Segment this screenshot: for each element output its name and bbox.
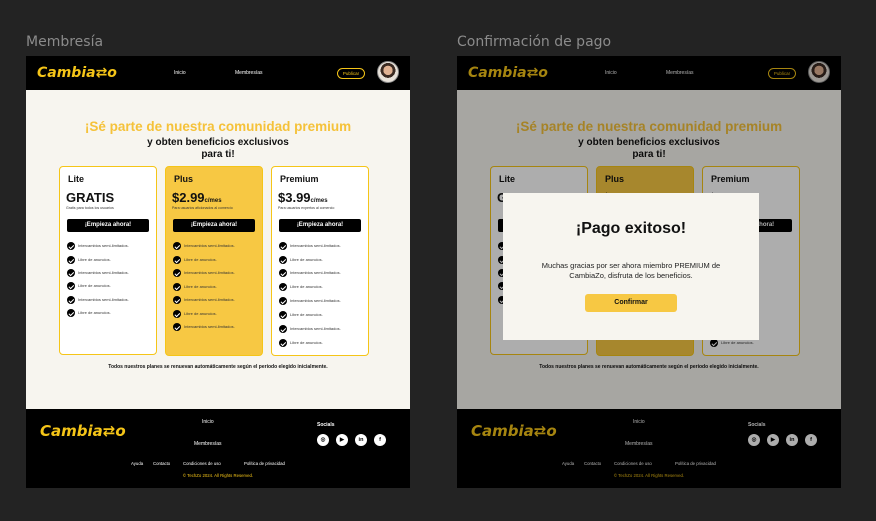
feature-item: Libre de anuncios. [279,283,323,292]
facebook-icon[interactable]: f [374,434,386,446]
feature-item: Intercambios semi-limitados. [173,242,235,251]
logo[interactable]: Cambia⇄o [37,65,117,81]
plan-price-unit: c/mes [204,198,222,204]
feature-item: Libre de anuncios. [173,256,217,265]
feature-item: Libre de anuncios. [279,339,323,348]
feature-item: Libre de anuncios. [67,309,111,318]
frame-label-confirmacion: Confirmación de pago [457,34,612,50]
feature-item: Libre de anuncios. [279,256,323,265]
instagram-icon[interactable]: ◎ [317,434,329,446]
modal-message: Muchas gracias por ser ahora miembro PRE… [541,261,721,280]
feature-item: Intercambios semi-limitados. [279,242,341,251]
footer-link-privacidad[interactable]: Política de privacidad [244,461,285,466]
feature-item: Intercambios semi-limitados. [67,296,129,305]
feature-item: Intercambios semi-limitados. [279,297,341,306]
start-now-button[interactable]: ¡Empieza ahora! [173,219,255,232]
footer-link-membresias[interactable]: Membresías [194,441,222,447]
plan-card-premium: Premium $3.99c/mes Para usuarios experto… [271,166,369,356]
plan-desc: Para usuarios expertos al comercio [278,206,335,210]
feature-item: Libre de anuncios. [67,282,111,291]
footer-link-contacto[interactable]: Contacto [153,461,170,466]
modal-title: ¡Pago exitoso! [575,220,687,237]
socials-label: Socials [317,422,335,428]
confirm-button[interactable]: Confirmar [585,294,677,312]
plan-price-value: GRATIS [66,190,115,205]
feature-item: Intercambios semi-limitados. [67,269,129,278]
hero-subtitle: y obten beneficios exclusivos para ti! [26,137,410,161]
footer-link-inicio[interactable]: Inicio [202,419,214,425]
frame-label-membresia: Membresía [26,34,104,50]
plan-card-plus: Plus $2.99c/mes Para usuarios aficionado… [165,166,263,356]
feature-item: Intercambios semi-limitados. [279,325,341,334]
footer-logo[interactable]: Cambia⇄o [40,422,126,440]
hero-title: ¡Sé parte de nuestra comunidad premium [84,119,352,134]
plan-desc: Para usuarios aficionados al comercio [172,206,233,210]
hero-subtitle-line1: y obten beneficios exclusivos [147,137,289,148]
avatar[interactable] [377,61,399,83]
renewal-note: Todos nuestros planes se renuevan automá… [108,364,328,370]
feature-item: Intercambios semi-limitados. [279,269,341,278]
plan-price: $3.99c/mes [278,190,328,205]
feature-item: Intercambios semi-limitados. [173,269,235,278]
plan-price: GRATIS [66,190,114,205]
publish-button[interactable]: Publicar [337,68,365,79]
feature-item: Libre de anuncios. [279,311,323,320]
navbar: Cambia⇄o Inicio Membresías Publicar [26,56,410,90]
feature-item: Intercambios semi-limitados. [173,296,235,305]
plan-desc: Gratis para todos los usuarios [66,206,114,210]
plan-price-value: $3.99 [278,190,311,205]
start-now-button[interactable]: ¡Empieza ahora! [279,219,361,232]
plan-price-unit: c/mes [310,198,328,204]
feature-item: Libre de anuncios. [67,256,111,265]
hero-subtitle-line2: para ti! [201,149,235,160]
plan-price: $2.99c/mes [172,190,222,205]
nav-link-inicio[interactable]: Inicio [174,70,186,76]
plan-price-value: $2.99 [172,190,205,205]
footer-link-condiciones[interactable]: Condiciones de uso [183,461,221,466]
copyright: © TechZo 2024. All Rights Reserved. [182,473,254,478]
feature-item: Intercambios semi-limitados. [67,242,129,251]
plan-card-lite: Lite GRATIS Gratis para todos los usuari… [59,166,157,355]
plan-name: Plus [174,174,194,184]
plan-name: Premium [280,174,319,184]
linkedin-icon[interactable]: in [355,434,367,446]
nav-link-membresias[interactable]: Membresías [235,70,263,76]
start-now-button[interactable]: ¡Empieza ahora! [67,219,149,232]
feature-item: Libre de anuncios. [173,283,217,292]
membership-frame: Cambia⇄o Inicio Membresías Publicar ¡Sé … [26,56,410,488]
youtube-icon[interactable]: ▶ [336,434,348,446]
feature-item: Intercambios semi-limitados. [173,323,235,332]
footer: Cambia⇄o Inicio Membresías Ayuda Contact… [26,409,410,488]
payment-success-modal: ¡Pago exitoso! Muchas gracias por ser ah… [503,193,759,340]
footer-link-ayuda[interactable]: Ayuda [131,461,143,466]
plan-name: Lite [68,174,85,184]
feature-item: Libre de anuncios. [173,310,217,319]
payment-confirmation-frame: Cambia⇄o Inicio Membresías Publicar ¡Sé … [457,56,841,488]
